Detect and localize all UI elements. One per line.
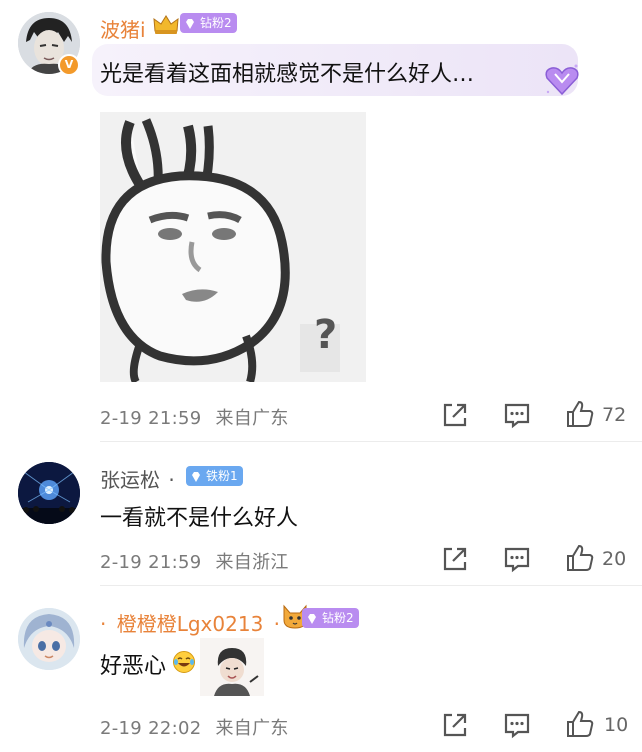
anime-girl-avatar-illustration [18,608,80,670]
like-count: 20 [602,548,627,570]
username-dot: · [168,468,175,492]
comment-text[interactable]: 好恶心 [100,648,166,680]
comment-meta: 2-19 21:59 来自广东 [100,404,289,430]
username[interactable]: 波猪i [100,14,146,43]
comment-meta: 2-19 21:59 来自浙江 [100,548,289,574]
username-line[interactable]: · 橙橙橙Lgx0213 · [100,608,280,637]
fan-badge: 钻粉2 [180,13,237,33]
like-count: 72 [602,404,627,426]
comment-date: 2-19 21:59 [100,408,202,429]
avatar[interactable] [18,462,80,524]
fan-badge-label: 钻粉2 [200,16,232,30]
fan-badge: 钻粉2 [302,608,359,628]
share-icon[interactable] [440,544,470,574]
username[interactable]: 橙橙橙Lgx0213 [117,612,264,636]
diamond-icon [184,16,196,29]
laugh-cry-emoji-icon [172,650,196,674]
sticker-thumbnail[interactable] [200,638,264,696]
diamond-icon [190,469,202,482]
heart-gem-icon [542,62,582,98]
comment-1: V 波猪i 钻粉2 光是看着这面相就感觉不是什么好人… ? 2-19 21:59… [0,0,642,442]
comment-2: 张运松 · 铁粉1 一看就不是什么好人 2-19 21:59 来自浙江 20 [0,442,642,586]
username-dot: · [100,612,107,636]
fan-badge: 铁粉1 [186,466,243,486]
comment-location: 来自浙江 [215,552,289,573]
comment-icon[interactable] [502,544,532,574]
comment-date: 2-19 21:59 [100,552,202,573]
fan-badge-label: 铁粉1 [206,469,238,483]
username-line[interactable]: 张运松 · [100,464,175,493]
comment-text[interactable]: 一看就不是什么好人 [100,500,298,532]
crown-icon [152,13,180,35]
username[interactable]: 张运松 [100,468,160,492]
comment-3: · 橙橙橙Lgx0213 · 钻粉2 好恶心 2-19 22:02 来自广东 1… [0,586,642,752]
share-icon[interactable] [440,710,470,740]
comment-date: 2-19 22:02 [100,718,202,739]
sticker-question-mark: ? [314,312,338,358]
comment-location: 来自广东 [215,718,289,739]
diamond-icon [306,611,318,624]
comment-icon[interactable] [502,400,532,430]
fan-badge-label: 钻粉2 [322,611,354,625]
like-icon[interactable] [564,398,596,430]
like-count: 10 [604,714,629,736]
comment-image[interactable]: ? [100,112,366,382]
concert-avatar-illustration [18,462,80,524]
comment-text[interactable]: 光是看着这面相就感觉不是什么好人… [100,56,474,88]
verified-icon: V [58,54,80,76]
comment-icon[interactable] [502,710,532,740]
comment-location: 来自广东 [215,408,289,429]
like-icon[interactable] [564,542,596,574]
comment-meta: 2-19 22:02 来自广东 [100,714,289,740]
avatar[interactable] [18,608,80,670]
share-icon[interactable] [440,400,470,430]
like-icon[interactable] [564,708,596,740]
